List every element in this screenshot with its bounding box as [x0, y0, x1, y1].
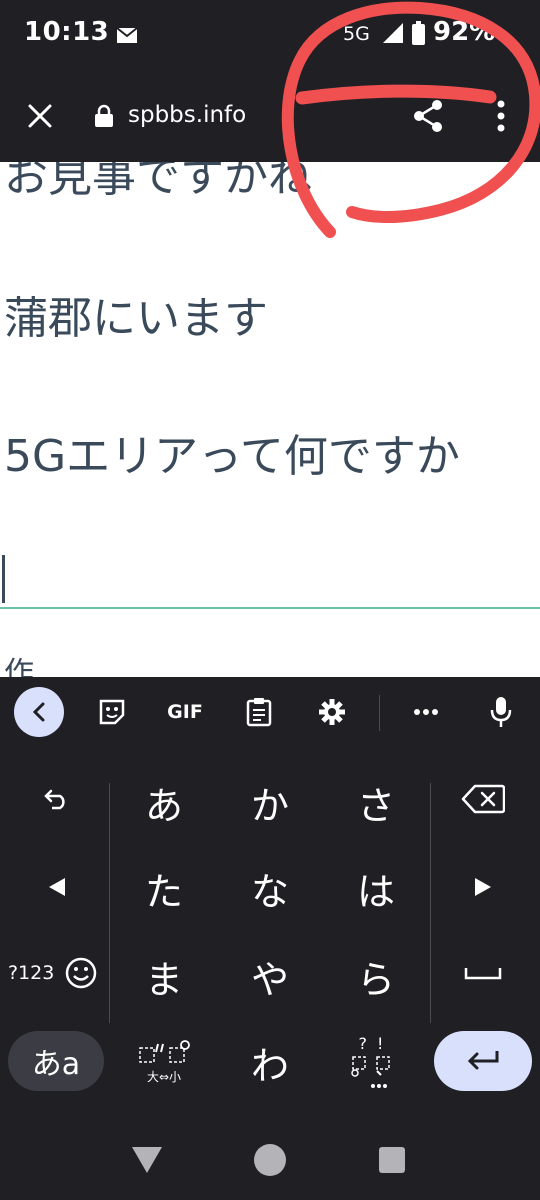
arrow-left-icon [49, 878, 65, 896]
kana-key-ya[interactable]: や [224, 943, 316, 1009]
kana-key-sa[interactable]: さ [330, 769, 422, 835]
space-key[interactable] [448, 943, 518, 1003]
more-options-button[interactable] [402, 688, 450, 736]
emoji-icon [66, 957, 97, 989]
battery-icon [412, 21, 425, 45]
text-cursor [2, 555, 5, 603]
close-icon[interactable] [26, 102, 54, 130]
space-icon [464, 968, 502, 980]
nav-back-icon[interactable] [130, 1145, 164, 1175]
kana-key-ta[interactable]: た [118, 855, 210, 921]
web-content: お見事ですかね 蒲郡にいます 5Gエリアって何ですか 作 [0, 162, 540, 677]
dakuten-icon [139, 1039, 190, 1063]
signal-icon [383, 23, 403, 43]
kana-key-a[interactable]: あ [118, 769, 210, 835]
punctuation-key[interactable]: ?! [330, 1023, 422, 1099]
system-navigation-bar [0, 1117, 540, 1200]
keyboard: GIF ?123 あa あ か さ た な は ま や ら 大⇔小 わ ?! [0, 677, 540, 1117]
settings-button[interactable] [308, 688, 356, 736]
share-icon[interactable] [410, 98, 446, 134]
nav-home-icon[interactable] [254, 1144, 286, 1176]
url-text[interactable]: spbbs.info [128, 102, 246, 128]
key-column-divider [430, 783, 431, 1023]
message-line: 5Gエリアって何ですか [4, 431, 460, 482]
kana-key-na[interactable]: な [224, 855, 316, 921]
punctuation-icon [351, 1055, 390, 1088]
enter-icon [467, 1051, 499, 1070]
voice-input-button[interactable] [477, 688, 525, 736]
more-menu-icon[interactable] [494, 98, 508, 134]
backspace-icon [461, 784, 505, 814]
input-mode-label: あa [31, 1047, 81, 1082]
backspace-key[interactable] [448, 769, 518, 829]
kana-key-ka[interactable]: か [224, 769, 316, 835]
key-column-divider [109, 783, 110, 1023]
battery-percentage: 92% [433, 17, 496, 47]
microphone-icon [490, 697, 512, 727]
undo-key[interactable] [22, 769, 92, 829]
text-input-field[interactable] [0, 547, 540, 609]
browser-toolbar: spbbs.info [0, 70, 540, 162]
cursor-left-key[interactable] [22, 857, 92, 917]
cursor-right-key[interactable] [448, 857, 518, 917]
undo-icon [44, 789, 65, 810]
more-horizontal-icon [414, 709, 438, 715]
dakuten-label: 大⇔小 [146, 1069, 182, 1084]
partial-text-below: 作 [4, 656, 34, 677]
message-line: 蒲郡にいます [4, 293, 268, 344]
lock-icon [95, 104, 113, 127]
kana-key-ra[interactable]: ら [330, 943, 422, 1009]
status-time: 10:13 [24, 17, 110, 47]
gear-icon [319, 699, 345, 725]
nav-recents-icon[interactable] [379, 1147, 405, 1173]
keyboard-toolbar: GIF [0, 677, 540, 747]
input-mode-key[interactable]: あa [8, 1031, 104, 1091]
collapse-toolbar-button[interactable] [14, 687, 64, 737]
symbols-emoji-key[interactable]: ?123 [4, 943, 108, 1003]
mail-notification-icon [116, 27, 138, 43]
punctuation-label: ?! [358, 1033, 394, 1053]
toolbar-divider [379, 695, 380, 731]
sticker-button[interactable] [88, 688, 136, 736]
status-bar: 10:13 5G 92% [0, 0, 540, 70]
arrow-right-icon [475, 878, 491, 896]
clipboard-icon [246, 698, 272, 727]
gif-button[interactable]: GIF [161, 688, 209, 736]
sticker-icon [99, 699, 125, 725]
kana-key-ma[interactable]: ま [118, 943, 210, 1009]
enter-key[interactable] [434, 1031, 532, 1091]
kana-key-wa[interactable]: わ [224, 1029, 316, 1095]
kana-key-ha[interactable]: は [330, 855, 422, 921]
dakuten-key[interactable]: 大⇔小 [118, 1029, 210, 1095]
gif-label: GIF [167, 701, 203, 723]
clipboard-button[interactable] [235, 688, 283, 736]
message-partial: お見事ですかね [4, 162, 312, 202]
symbols-label: ?123 [8, 962, 55, 984]
chevron-left-icon [32, 702, 45, 722]
network-type: 5G [343, 23, 370, 45]
